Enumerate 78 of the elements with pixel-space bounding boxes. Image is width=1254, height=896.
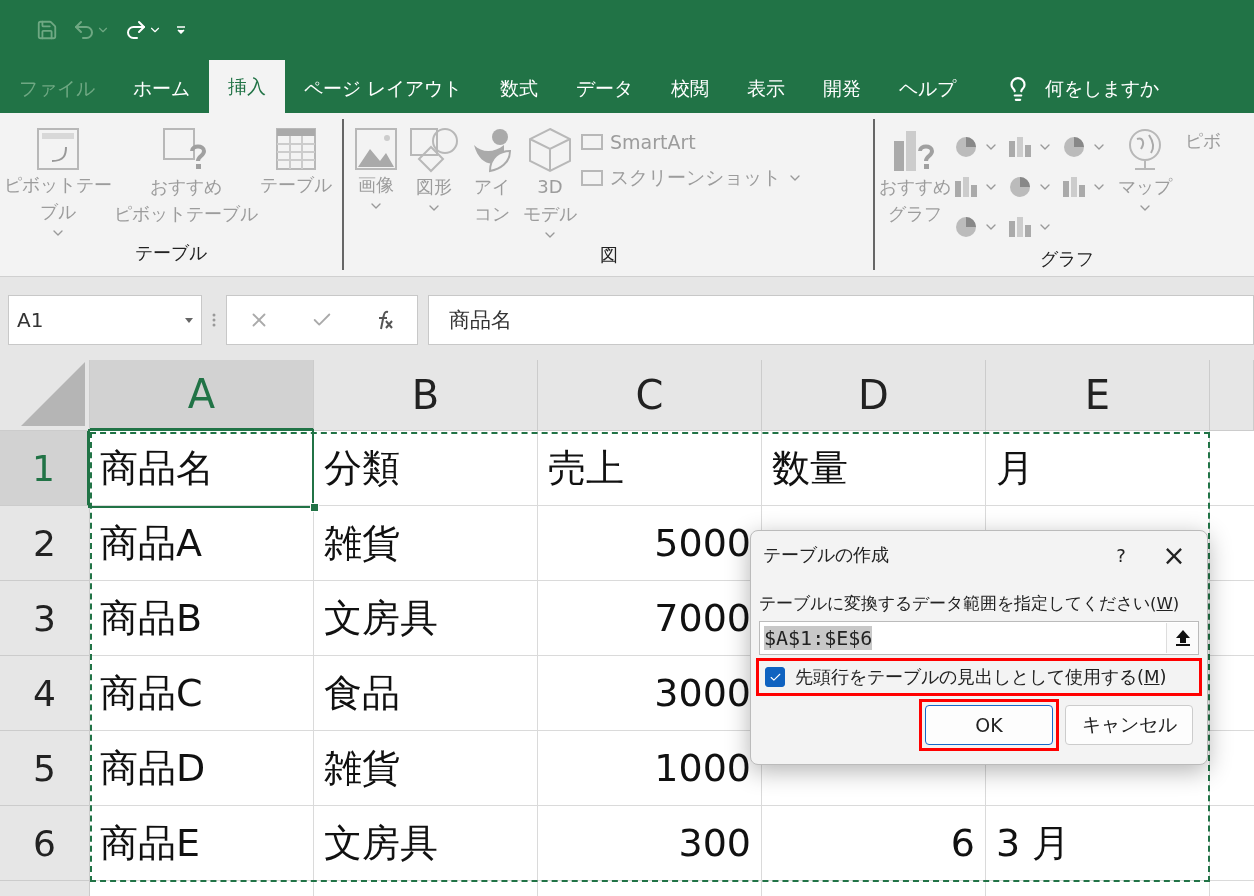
checkbox-label: 先頭行をテーブルの見出しとして使用する(M): [795, 665, 1167, 689]
fill-handle[interactable]: [310, 503, 319, 512]
small-ribbon-icon: [580, 168, 604, 188]
column-header[interactable]: B: [314, 360, 538, 431]
close-button[interactable]: ×: [1149, 538, 1199, 572]
table-cell: 300: [538, 806, 762, 881]
chart-type-icon[interactable]: [1007, 135, 1033, 159]
table-cell: 月: [986, 431, 1210, 506]
table-cell: 雑貨: [314, 731, 538, 806]
undo-icon[interactable]: [72, 18, 96, 42]
table-cell: 6: [762, 806, 986, 881]
column-header[interactable]: C: [538, 360, 762, 431]
chart-type-icon[interactable]: [953, 135, 979, 159]
ribbon-tab[interactable]: 数式: [481, 65, 558, 113]
chart-type-icon[interactable]: [1007, 175, 1033, 199]
image-icon: [354, 127, 398, 171]
table-cell: 文房具: [314, 806, 538, 881]
dialog-button[interactable]: OK: [925, 705, 1053, 745]
grip-icon: [212, 312, 216, 328]
chart-type-icon[interactable]: [1007, 215, 1033, 239]
table-cell: 3 月: [986, 806, 1210, 881]
customize-toolbar-icon[interactable]: [176, 26, 186, 34]
row-header[interactable]: 2: [0, 506, 90, 581]
ribbon-tab[interactable]: ページ レイアウト: [285, 65, 482, 113]
table-cell: 商品E: [90, 806, 314, 881]
ribbon-tab[interactable]: ホーム: [114, 65, 209, 113]
select-all-corner-icon[interactable]: [21, 362, 85, 426]
column-header[interactable]: A: [90, 360, 314, 431]
checkbox[interactable]: [765, 667, 785, 687]
row-header[interactable]: 3: [0, 581, 90, 656]
collapse-dialog-button[interactable]: [1166, 623, 1198, 653]
dialog-button[interactable]: キャンセル: [1065, 705, 1193, 745]
table-cell: 文房具: [314, 581, 538, 656]
select-all-button[interactable]: [0, 360, 90, 431]
cube-icon: [528, 127, 572, 173]
save-icon[interactable]: [36, 19, 58, 41]
range-prompt-label: テーブルに変換するデータ範囲を指定してください(W): [759, 593, 1181, 615]
column-header[interactable]: D: [762, 360, 986, 431]
name-box[interactable]: A1: [8, 295, 202, 345]
arrow-up-icon: [1174, 629, 1191, 647]
small-ribbon-icon: [580, 132, 604, 152]
table-cell: 分類: [314, 431, 538, 506]
row-header[interactable]: 5: [0, 731, 90, 806]
formula-field[interactable]: 商品名: [428, 295, 1254, 345]
tell-me-search[interactable]: 何をしますか: [1045, 76, 1160, 102]
ribbon-tab[interactable]: ヘルプ: [880, 65, 976, 113]
table-cell: 商品B: [90, 581, 314, 656]
help-button[interactable]: ?: [1093, 544, 1149, 566]
ribbon-group-label: テーブル: [134, 241, 208, 265]
ribbon-tab[interactable]: 開発: [804, 65, 881, 113]
ribbon-tab[interactable]: 挿入: [209, 60, 285, 113]
ribbon-tab[interactable]: 表示: [728, 65, 805, 113]
dialog-title: テーブルの作成: [762, 543, 890, 567]
table-cell: 売上: [538, 431, 762, 506]
column-header[interactable]: E: [986, 360, 1210, 431]
redo-icon[interactable]: [124, 18, 148, 42]
row-header[interactable]: 4: [0, 656, 90, 731]
ribbon-group-label: 図: [598, 243, 619, 267]
chart-type-icon[interactable]: [1061, 135, 1087, 159]
chart-type-icon[interactable]: [953, 215, 979, 239]
table-cell: 商品C: [90, 656, 314, 731]
column-header[interactable]: [1210, 360, 1254, 431]
table-cell: 食品: [314, 656, 538, 731]
table-icon: [275, 127, 317, 171]
table-cell: 商品D: [90, 731, 314, 806]
dropdown-arrow-icon: [185, 317, 193, 323]
row-header[interactable]: 1: [0, 431, 90, 506]
ribbon-tab[interactable]: データ: [557, 65, 653, 113]
table-cell: 数量: [762, 431, 986, 506]
pivot-table-icon: [36, 127, 80, 171]
ribbon-tab[interactable]: 校閲: [652, 65, 729, 113]
chart-type-icon[interactable]: [953, 175, 979, 199]
shapes-icon: [409, 127, 459, 173]
range-input-field[interactable]: $A$1:$E$6: [759, 621, 1199, 655]
ribbon-group-label: グラフ: [1038, 247, 1095, 270]
row-header[interactable]: 6: [0, 806, 90, 881]
table-cell: 商品名: [90, 431, 314, 506]
chart-type-icon[interactable]: [1061, 175, 1087, 199]
